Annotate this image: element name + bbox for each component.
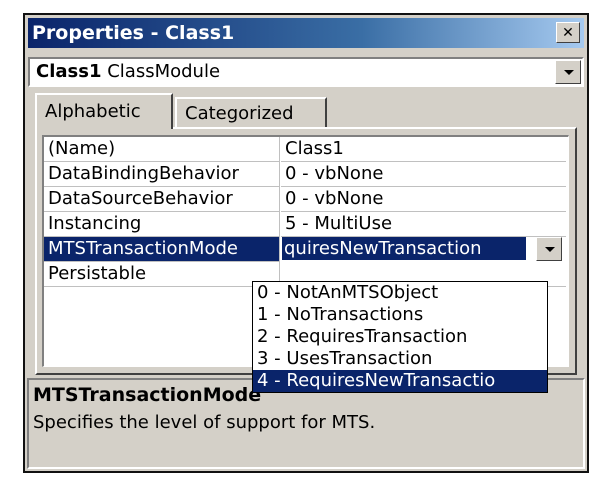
dropdown-option[interactable]: 1 - NoTransactions bbox=[253, 304, 547, 326]
dropdown-option[interactable]: 3 - UsesTransaction bbox=[253, 348, 547, 370]
property-name: MTSTransactionMode bbox=[44, 237, 280, 262]
dropdown-option[interactable]: 0 - NotAnMTSObject bbox=[253, 282, 547, 304]
property-name: (Name) bbox=[44, 137, 280, 162]
property-value[interactable]: 0 - vbNone bbox=[281, 187, 566, 212]
property-row[interactable]: DataSourceBehavior 0 - vbNone bbox=[44, 187, 566, 212]
window-title: Properties - Class1 bbox=[32, 22, 235, 44]
property-value[interactable]: Class1 bbox=[281, 137, 566, 162]
property-name: DataSourceBehavior bbox=[44, 187, 280, 212]
title-bar[interactable]: Properties - Class1 ✕ bbox=[28, 18, 584, 48]
property-value-editor[interactable]: quiresNewTransaction bbox=[282, 237, 566, 262]
object-selector-dropdown-button[interactable] bbox=[555, 60, 581, 84]
property-name: DataBindingBehavior bbox=[44, 162, 280, 187]
object-selector-text: Class1 ClassModule bbox=[36, 61, 220, 83]
tab-categorized[interactable]: Categorized bbox=[175, 97, 327, 127]
property-value[interactable]: 5 - MultiUse bbox=[281, 212, 566, 237]
description-title: MTSTransactionMode bbox=[33, 384, 262, 406]
dropdown-option-selected[interactable]: 4 - RequiresNewTransactio bbox=[253, 370, 547, 392]
property-name: Persistable bbox=[44, 262, 280, 287]
property-value-dropdown-button[interactable] bbox=[536, 237, 562, 261]
dropdown-option[interactable]: 2 - RequiresTransaction bbox=[253, 326, 547, 348]
object-type: ClassModule bbox=[107, 61, 221, 82]
property-row[interactable]: Instancing 5 - MultiUse bbox=[44, 212, 566, 237]
property-value-dropdown-list[interactable]: 0 - NotAnMTSObject 1 - NoTransactions 2 … bbox=[252, 281, 548, 393]
tab-alphabetic[interactable]: Alphabetic bbox=[35, 93, 173, 129]
description-text: Specifies the level of support for MTS. bbox=[33, 412, 376, 433]
close-button[interactable]: ✕ bbox=[556, 22, 580, 43]
object-selector[interactable]: Class1 ClassModule bbox=[28, 57, 584, 87]
property-row[interactable]: DataBindingBehavior 0 - vbNone bbox=[44, 162, 566, 187]
property-row[interactable]: (Name) Class1 bbox=[44, 137, 566, 162]
properties-window: Properties - Class1 ✕ Class1 ClassModule… bbox=[23, 13, 589, 473]
property-value[interactable]: 0 - vbNone bbox=[281, 162, 566, 187]
close-icon: ✕ bbox=[562, 24, 574, 41]
object-name: Class1 bbox=[36, 61, 102, 82]
property-value-editor-text[interactable]: quiresNewTransaction bbox=[282, 237, 526, 260]
property-name: Instancing bbox=[44, 212, 280, 237]
